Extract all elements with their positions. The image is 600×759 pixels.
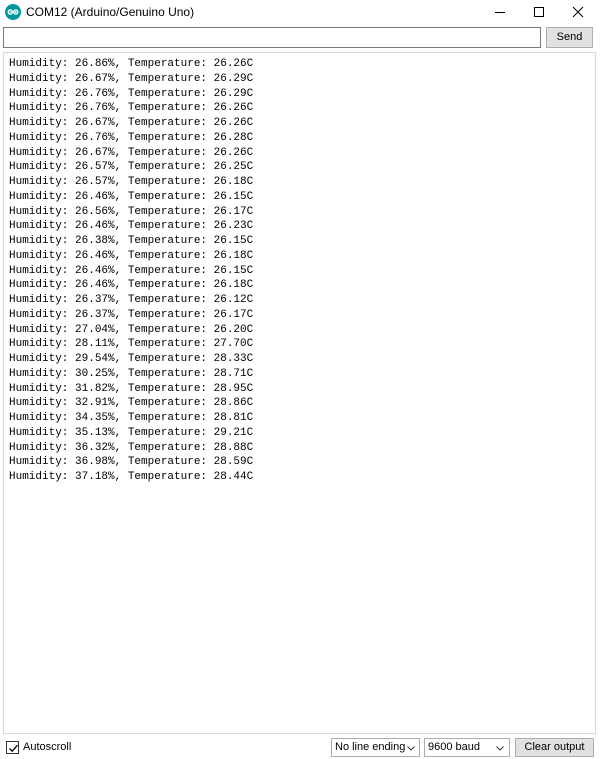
chevron-down-icon [407, 746, 415, 751]
autoscroll-checkbox[interactable] [6, 741, 19, 754]
output-line: Humidity: 26.46%, Temperature: 26.18C [9, 279, 254, 292]
output-line: Humidity: 26.46%, Temperature: 26.18C [9, 249, 254, 262]
output-line: Humidity: 26.67%, Temperature: 26.26C [9, 146, 254, 159]
baud-rate-value: 9600 baud [428, 741, 480, 753]
output-line: Humidity: 26.46%, Temperature: 26.15C [9, 190, 254, 203]
send-row: Send [0, 24, 600, 50]
close-icon [572, 6, 584, 18]
output-line: Humidity: 30.25%, Temperature: 28.71C [9, 367, 254, 380]
minimize-button[interactable] [478, 0, 522, 24]
output-line: Humidity: 26.76%, Temperature: 26.28C [9, 131, 254, 144]
output-line: Humidity: 26.57%, Temperature: 26.25C [9, 161, 254, 174]
line-ending-value: No line ending [335, 741, 406, 753]
autoscroll-label: Autoscroll [23, 741, 72, 753]
maximize-button[interactable] [517, 0, 561, 24]
baud-rate-select[interactable]: 9600 baud [424, 738, 510, 757]
serial-output[interactable]: Humidity: 26.86%, Temperature: 26.26C Hum… [3, 52, 596, 734]
output-line: Humidity: 26.46%, Temperature: 26.23C [9, 220, 254, 233]
output-line: Humidity: 34.35%, Temperature: 28.81C [9, 412, 254, 424]
output-line: Humidity: 26.76%, Temperature: 26.26C [9, 102, 254, 115]
output-line: Humidity: 26.67%, Temperature: 26.26C [9, 117, 254, 129]
output-line: Humidity: 29.54%, Temperature: 28.33C [9, 353, 254, 365]
output-line: Humidity: 26.38%, Temperature: 26.15C [9, 235, 254, 247]
output-line: Humidity: 26.76%, Temperature: 26.29C [9, 87, 254, 100]
output-line: Humidity: 26.57%, Temperature: 26.18C [9, 176, 254, 188]
output-line: Humidity: 36.32%, Temperature: 28.88C [9, 441, 254, 454]
output-line: Humidity: 28.11%, Temperature: 27.70C [9, 338, 254, 351]
clear-output-button[interactable]: Clear output [515, 738, 594, 757]
output-line: Humidity: 37.18%, Temperature: 28.44C [9, 471, 254, 483]
chevron-down-icon [496, 746, 504, 751]
output-line: Humidity: 26.56%, Temperature: 26.17C [9, 205, 254, 218]
output-line: Humidity: 26.37%, Temperature: 26.17C [9, 308, 254, 321]
window-title: COM12 (Arduino/Genuino Uno) [26, 5, 195, 19]
output-line: Humidity: 27.04%, Temperature: 26.20C [9, 323, 254, 336]
serial-monitor-window: COM12 (Arduino/Genuino Uno) Send Humidit… [0, 0, 600, 759]
output-line: Humidity: 35.13%, Temperature: 29.21C [9, 426, 254, 439]
output-line: Humidity: 36.98%, Temperature: 28.59C [9, 456, 254, 469]
output-line: Humidity: 31.82%, Temperature: 28.95C [9, 382, 254, 395]
checkmark-icon [9, 744, 18, 753]
line-ending-select[interactable]: No line ending [331, 738, 420, 757]
output-lines: Humidity: 26.86%, Temperature: 26.26C Hum… [9, 57, 253, 485]
output-line: Humidity: 26.67%, Temperature: 26.29C [9, 72, 254, 85]
output-line: Humidity: 26.86%, Temperature: 26.26C [9, 58, 254, 70]
output-line: Humidity: 26.46%, Temperature: 26.15C [9, 264, 254, 277]
output-line: Humidity: 26.37%, Temperature: 26.12C [9, 294, 254, 306]
output-line: Humidity: 32.91%, Temperature: 28.86C [9, 397, 254, 410]
maximize-icon [534, 7, 544, 17]
bottom-bar: Autoscroll No line ending 9600 baud Clea… [0, 736, 600, 759]
close-button[interactable] [556, 0, 600, 24]
arduino-logo-icon [5, 4, 21, 20]
serial-input[interactable] [3, 27, 541, 48]
minimize-icon [495, 12, 505, 13]
send-button[interactable]: Send [546, 27, 593, 48]
title-bar: COM12 (Arduino/Genuino Uno) [0, 0, 600, 24]
